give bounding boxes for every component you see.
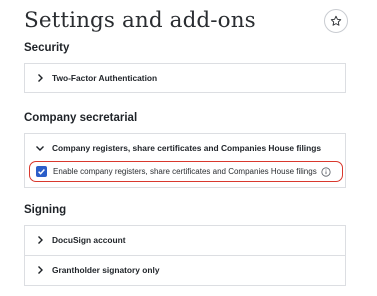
accordion-docusign-account[interactable]: DocuSign account xyxy=(25,226,345,254)
favorite-button[interactable] xyxy=(324,9,348,33)
enable-company-registers-label: Enable company registers, share certific… xyxy=(53,167,317,176)
enable-company-registers-checkbox[interactable] xyxy=(36,166,47,177)
section-title-signing: Signing xyxy=(24,204,67,216)
panel-grantholder-signatory-only: Grantholder signatory only xyxy=(24,255,346,286)
accordion-label: DocuSign account xyxy=(52,235,126,245)
panel-company-registers: Company registers, share certificates an… xyxy=(24,133,346,188)
panel-docusign-account: DocuSign account xyxy=(24,225,346,256)
chevron-right-icon xyxy=(34,234,46,246)
accordion-label: Grantholder signatory only xyxy=(52,265,160,275)
chevron-right-icon xyxy=(34,72,46,84)
chevron-right-icon xyxy=(34,264,46,276)
accordion-label: Company registers, share certificates an… xyxy=(52,143,322,153)
chevron-down-icon xyxy=(34,142,46,154)
accordion-two-factor-authentication[interactable]: Two-Factor Authentication xyxy=(25,64,345,92)
section-title-company-secretarial: Company secretarial xyxy=(24,112,138,124)
star-outline-icon xyxy=(330,15,342,27)
accordion-label: Two-Factor Authentication xyxy=(52,73,158,83)
page-title: Settings and add-ons xyxy=(24,8,256,33)
accordion-company-registers[interactable]: Company registers, share certificates an… xyxy=(25,134,345,162)
info-circle-icon[interactable] xyxy=(321,166,331,177)
section-title-security: Security xyxy=(24,42,70,54)
accordion-grantholder-signatory-only[interactable]: Grantholder signatory only xyxy=(25,256,345,284)
panel-two-factor-authentication: Two-Factor Authentication xyxy=(24,63,346,93)
enable-company-registers-option: Enable company registers, share certific… xyxy=(29,161,343,182)
